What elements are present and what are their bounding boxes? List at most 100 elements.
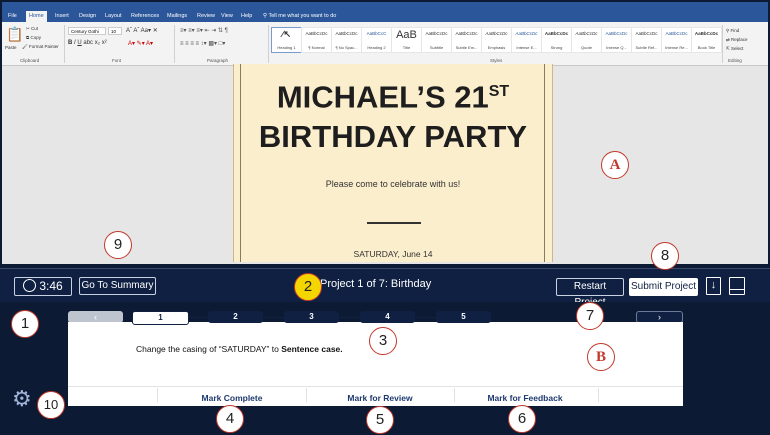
tab-view[interactable]: View [218, 11, 236, 22]
callout-b: B [587, 343, 615, 371]
mark-for-review-button[interactable]: Mark for Review [320, 393, 440, 403]
font-color-icons[interactable]: A▾ ✎▾ A▾ [128, 40, 153, 47]
style-sample: AaBbCcDc [515, 31, 538, 36]
step-1[interactable]: 1 [132, 311, 189, 325]
style-label: Subtitle [429, 45, 444, 50]
style-sample: AaBbCcDc [635, 31, 658, 36]
paste-button[interactable]: Paste [5, 45, 17, 50]
callout-9: 9 [104, 231, 132, 259]
style-sample: AaBbCcDc [605, 31, 628, 36]
style-normal[interactable]: AaBbCcDc ¶ Normal [301, 27, 332, 53]
styles-group-label: Styles [490, 58, 503, 63]
select-button[interactable]: ⇱ Select [726, 46, 744, 52]
copy-button[interactable]: ⧉ Copy [26, 35, 41, 40]
tab-file[interactable]: File [5, 11, 20, 22]
panel-layout-icon[interactable] [729, 277, 745, 295]
style-label: Quote [581, 45, 592, 50]
font-name-box[interactable]: Century Gothi [68, 27, 106, 35]
style-intense-emphasis[interactable]: AaBbCcDc Intense E... [511, 27, 542, 53]
tab-insert[interactable]: Insert [52, 11, 72, 22]
bold-italic-underline-icons[interactable]: B I U abc x₂ x² [68, 40, 107, 46]
find-label: Find [730, 28, 740, 33]
doc-title: MICHAEL’S 21ST BIRTHDAY PARTY [234, 72, 552, 157]
doc-title-sup: ST [488, 83, 510, 100]
replace-label: Replace [731, 37, 748, 42]
action-separator [157, 388, 158, 402]
go-to-summary-button[interactable]: Go To Summary [79, 277, 156, 295]
style-label: Heading 1 [277, 45, 296, 50]
mark-for-feedback-button[interactable]: Mark for Feedback [465, 393, 585, 403]
style-label: Title [402, 45, 411, 50]
style-subtle-reference[interactable]: AaBbCcDc Subtle Ref... [631, 27, 662, 53]
style-emphasis[interactable]: AaBbCcDc Emphasis [481, 27, 512, 53]
style-sample: AaBbCcDc [485, 31, 508, 36]
step-4[interactable]: 4 [360, 311, 415, 323]
style-subtle-emphasis[interactable]: AaBbCcDc Subtle Em... [451, 27, 482, 53]
callout-2: 2 [294, 273, 322, 301]
find-button[interactable]: ⚲ Find [726, 28, 739, 34]
style-book-title[interactable]: AaBbCcDc Book Title [691, 27, 722, 53]
style-title[interactable]: AaB Title [391, 27, 422, 53]
ribbon-separator [174, 25, 175, 63]
style-strong[interactable]: AaBbCcDc Strong [541, 27, 572, 53]
mark-complete-button[interactable]: Mark Complete [172, 393, 292, 403]
style-heading-2[interactable]: AaBbCcC Heading 2 [361, 27, 392, 53]
step-2[interactable]: 2 [208, 311, 263, 323]
step-3[interactable]: 3 [284, 311, 339, 323]
action-separator [598, 388, 599, 402]
style-sample: AaBbCcDc [544, 31, 569, 36]
font-grow-shrink-icons[interactable]: Aˆ Aˇ Aa▾ ✕ [126, 27, 158, 34]
document-page[interactable]: MICHAEL’S 21ST BIRTHDAY PARTY Please com… [233, 64, 553, 262]
action-separator [306, 388, 307, 402]
instruction-text: Change the casing of “SATURDAY” to [136, 344, 282, 354]
tab-design[interactable]: Design [76, 11, 99, 22]
paste-icon[interactable]: 📋 [6, 26, 23, 43]
style-heading-1[interactable]: ∕↖ Heading 1 [271, 27, 302, 53]
list-indent-icons[interactable]: ≡▾ ≡▾ ≡▾ ⇤ ⇥ ⇅ ¶ [180, 27, 228, 34]
doc-subtitle: Please come to celebrate with us! [325, 179, 461, 189]
font-size-box[interactable]: 10 [108, 27, 122, 35]
format-painter-label: Format Painter [28, 44, 59, 49]
alignment-icons[interactable]: ≡ ≡ ≡ ≡ ↕▾ ▩▾ □▾ [180, 40, 225, 47]
style-intense-quote[interactable]: AaBbCcDc Intense Q... [601, 27, 632, 53]
tell-me-search[interactable]: ⚲ Tell me what you want to do [260, 11, 339, 22]
clock-icon [23, 279, 37, 292]
word-title-bar [2, 2, 768, 10]
tab-mailings[interactable]: Mailings [164, 11, 190, 22]
ribbon-separator [268, 25, 269, 63]
style-intense-reference[interactable]: AaBbCcDc Intense Re... [661, 27, 692, 53]
doc-divider [367, 222, 421, 224]
step-5[interactable]: 5 [436, 311, 491, 323]
format-painter-button[interactable]: 🖌 Format Painter [22, 44, 59, 50]
style-quote[interactable]: AaBbCcDc Quote [571, 27, 602, 53]
timer-value: 3:46 [39, 279, 63, 293]
replace-button[interactable]: ⇄ Replace [726, 37, 748, 43]
action-separator [454, 388, 455, 402]
restart-project-button[interactable]: Restart Project [556, 278, 624, 308]
timer: 3:46 [14, 277, 72, 296]
submit-project-button[interactable]: Submit Project [629, 278, 698, 296]
style-label: Intense E... [516, 45, 537, 50]
style-label: Book Title [697, 45, 716, 50]
editing-group-label: Editing [728, 58, 742, 63]
cut-button[interactable]: ✂ Cut [26, 26, 38, 32]
project-title: Project 1 of 7: Birthday [320, 278, 432, 290]
callout-4: 4 [216, 405, 244, 433]
doc-date: SATURDAY, June 14 [353, 249, 433, 259]
style-label: Intense Re... [665, 45, 688, 50]
tab-review[interactable]: Review [194, 11, 218, 22]
style-sample: AaBbCcDc [305, 31, 328, 36]
tab-layout[interactable]: Layout [102, 11, 125, 22]
style-no-spacing[interactable]: AaBbCcDc ¶ No Spac... [331, 27, 362, 53]
style-sample: AaBbCcDc [425, 31, 448, 36]
exam-bar: 3:46 Go To Summary Project 1 of 7: Birth… [0, 268, 770, 308]
tab-references[interactable]: References [128, 11, 162, 22]
download-icon[interactable]: ↓ [706, 277, 721, 295]
cut-label: Cut [31, 26, 39, 31]
tab-home[interactable]: Home [26, 11, 47, 22]
style-subtitle[interactable]: AaBbCcDc Subtitle [421, 27, 452, 53]
settings-gear-icon[interactable]: ⚙ [12, 387, 32, 411]
callout-5: 5 [366, 406, 394, 434]
tab-help[interactable]: Help [238, 11, 255, 22]
style-sample: AaBbCcC [366, 31, 387, 36]
